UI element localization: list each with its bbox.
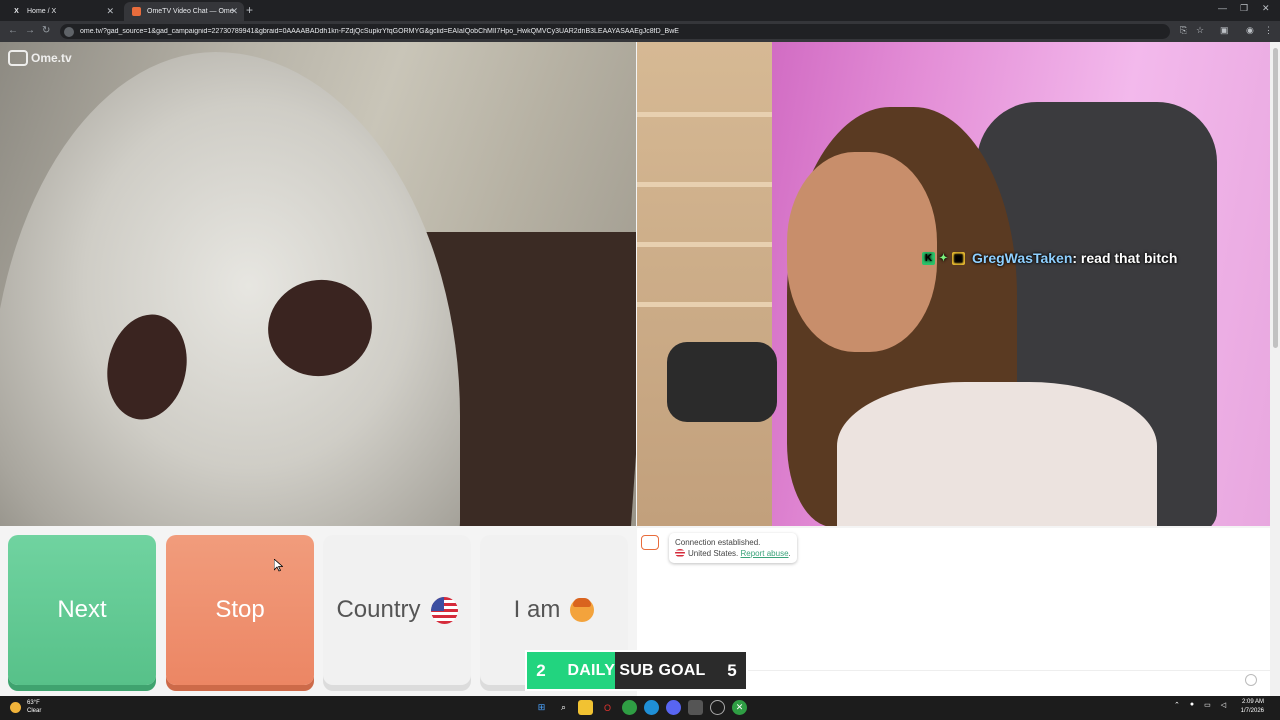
menu-kebab-icon[interactable]: ⋮ <box>1264 25 1273 36</box>
search-icon[interactable]: ⌕ <box>556 700 571 715</box>
xbox-icon[interactable]: ✕ <box>732 700 747 715</box>
stranger-video: Ome.tv <box>0 42 636 526</box>
connection-bubble: Connection established. United States. R… <box>669 533 797 563</box>
forward-icon[interactable]: → <box>25 25 35 36</box>
profile-icon[interactable]: ◉ <box>1246 25 1254 36</box>
sub-goal-current: 2 <box>536 660 546 680</box>
volume-icon[interactable]: ◁ <box>1221 701 1226 709</box>
address-bar-row: ← → ↻ ome.tv/?gad_source=1&gad_campaigni… <box>0 21 1280 42</box>
site-info-icon[interactable] <box>64 26 74 37</box>
chat-message-text: : read that bitch <box>1072 250 1178 266</box>
obs-icon[interactable] <box>710 700 725 715</box>
tab-home-x[interactable]: X Home / X ✕ <box>4 2 120 21</box>
close-tab-icon[interactable]: ✕ <box>106 6 114 17</box>
system-message: Connection established. United States. R… <box>641 533 797 563</box>
i-am-label: I am <box>513 596 561 623</box>
mouse-pointer-icon <box>274 559 283 572</box>
app-icon[interactable] <box>688 700 703 715</box>
boy-avatar-icon <box>570 598 595 622</box>
chat-username: GregWasTaken <box>972 250 1073 266</box>
us-flag-icon <box>430 596 458 624</box>
stream-chat-message: K ✦ ▣ GregWasTaken : read that bitch <box>922 250 1177 266</box>
close-tab-icon[interactable]: ✕ <box>230 6 238 17</box>
browser-tab-bar: X Home / X ✕ OmeTV Video Chat — Ome ✕ + … <box>0 0 1280 21</box>
sidepanel-icon[interactable]: ▣ <box>1220 25 1229 36</box>
stop-button[interactable]: Stop <box>166 535 314 685</box>
sparkle-badge-icon: ✦ <box>939 252 948 264</box>
discord-icon[interactable] <box>666 700 681 715</box>
daily-sub-goal-widget: 2 DAILY SUB GOAL 5 <box>525 650 748 691</box>
opera-icon[interactable]: O <box>600 700 615 715</box>
network-icon[interactable]: ▭ <box>1204 701 1211 709</box>
emoji-icon[interactable] <box>1245 674 1257 686</box>
reload-icon[interactable]: ↻ <box>42 25 50 36</box>
us-flag-small-icon <box>675 549 685 557</box>
stop-label: Stop <box>215 596 265 623</box>
bookmark-star-icon[interactable]: ☆ <box>1196 25 1204 36</box>
back-icon[interactable]: ← <box>8 25 18 36</box>
hooded-figure <box>0 52 460 526</box>
ometv-logo: Ome.tv <box>8 50 72 66</box>
logo-text: Ome.tv <box>31 51 72 65</box>
url-text: ome.tv/?gad_source=1&gad_campaignid=2273… <box>80 28 679 35</box>
clock-date: 1/7/2026 <box>1240 708 1264 714</box>
tab-ometv[interactable]: OmeTV Video Chat — Ome ✕ <box>124 2 244 21</box>
scrollbar-thumb[interactable] <box>1273 48 1278 348</box>
clock[interactable]: 2:09 AM 1/7/2026 <box>1232 698 1264 716</box>
close-window-icon[interactable]: ✕ <box>1262 3 1270 14</box>
next-button[interactable]: Next <box>8 535 156 685</box>
url-field[interactable]: ome.tv/?gad_source=1&gad_campaignid=2273… <box>60 24 1170 39</box>
x-logo-icon: X <box>14 8 19 15</box>
mic-tray-icon[interactable]: ● <box>1190 701 1194 709</box>
tray-chevron-icon[interactable]: ⌃ <box>1174 701 1180 709</box>
tab-label: OmeTV Video Chat — Ome <box>147 8 234 15</box>
install-app-icon[interactable]: ⎘ <box>1180 25 1187 36</box>
maximize-icon[interactable]: ❐ <box>1240 3 1248 14</box>
temperature: 63°F <box>27 700 40 706</box>
moon-icon <box>10 701 21 713</box>
ometv-page: Ome.tv K ✦ ▣ GregWasTaken : read that bi… <box>0 42 1270 696</box>
windows-start-icon[interactable]: ⊞ <box>534 700 549 715</box>
ometv-chat-icon <box>641 535 659 550</box>
streamer-face <box>787 152 937 352</box>
partner-country: United States. <box>688 549 739 558</box>
edge-icon[interactable] <box>644 700 659 715</box>
new-tab-button[interactable]: + <box>246 3 253 17</box>
clock-time: 2:09 AM <box>1241 699 1264 705</box>
report-abuse-link[interactable]: Report abuse <box>740 549 788 558</box>
bookshelf <box>637 42 772 526</box>
ometv-icon <box>132 7 141 16</box>
self-video: K ✦ ▣ GregWasTaken : read that bitch <box>637 42 1270 526</box>
streamer-shirt <box>837 382 1157 526</box>
weather-widget[interactable]: 63°F Clear <box>10 699 41 715</box>
connection-text: Connection established. <box>675 538 761 547</box>
file-explorer-icon[interactable] <box>578 700 593 715</box>
sub-badge-icon: ▣ <box>952 251 965 265</box>
minimize-icon[interactable]: — <box>1218 3 1227 13</box>
kick-badge-icon: K <box>922 251 935 265</box>
microphone <box>667 342 777 422</box>
system-tray: ⌃ ● ▭ ◁ <box>1174 701 1226 709</box>
sub-goal-label: DAILY SUB GOAL <box>567 661 706 679</box>
weather-condition: Clear <box>27 708 42 714</box>
country-label: Country <box>336 596 421 623</box>
chrome-icon[interactable] <box>622 700 637 715</box>
tab-label: Home / X <box>27 8 57 15</box>
windows-taskbar: 63°F Clear ⊞ ⌕ O ✕ ⌃ ● ▭ ◁ 2:09 AM 1/7/2… <box>0 696 1280 720</box>
ometv-logo-icon <box>8 50 28 66</box>
sub-goal-target: 5 <box>727 660 737 680</box>
country-button[interactable]: Country <box>323 535 471 685</box>
next-label: Next <box>57 596 107 623</box>
